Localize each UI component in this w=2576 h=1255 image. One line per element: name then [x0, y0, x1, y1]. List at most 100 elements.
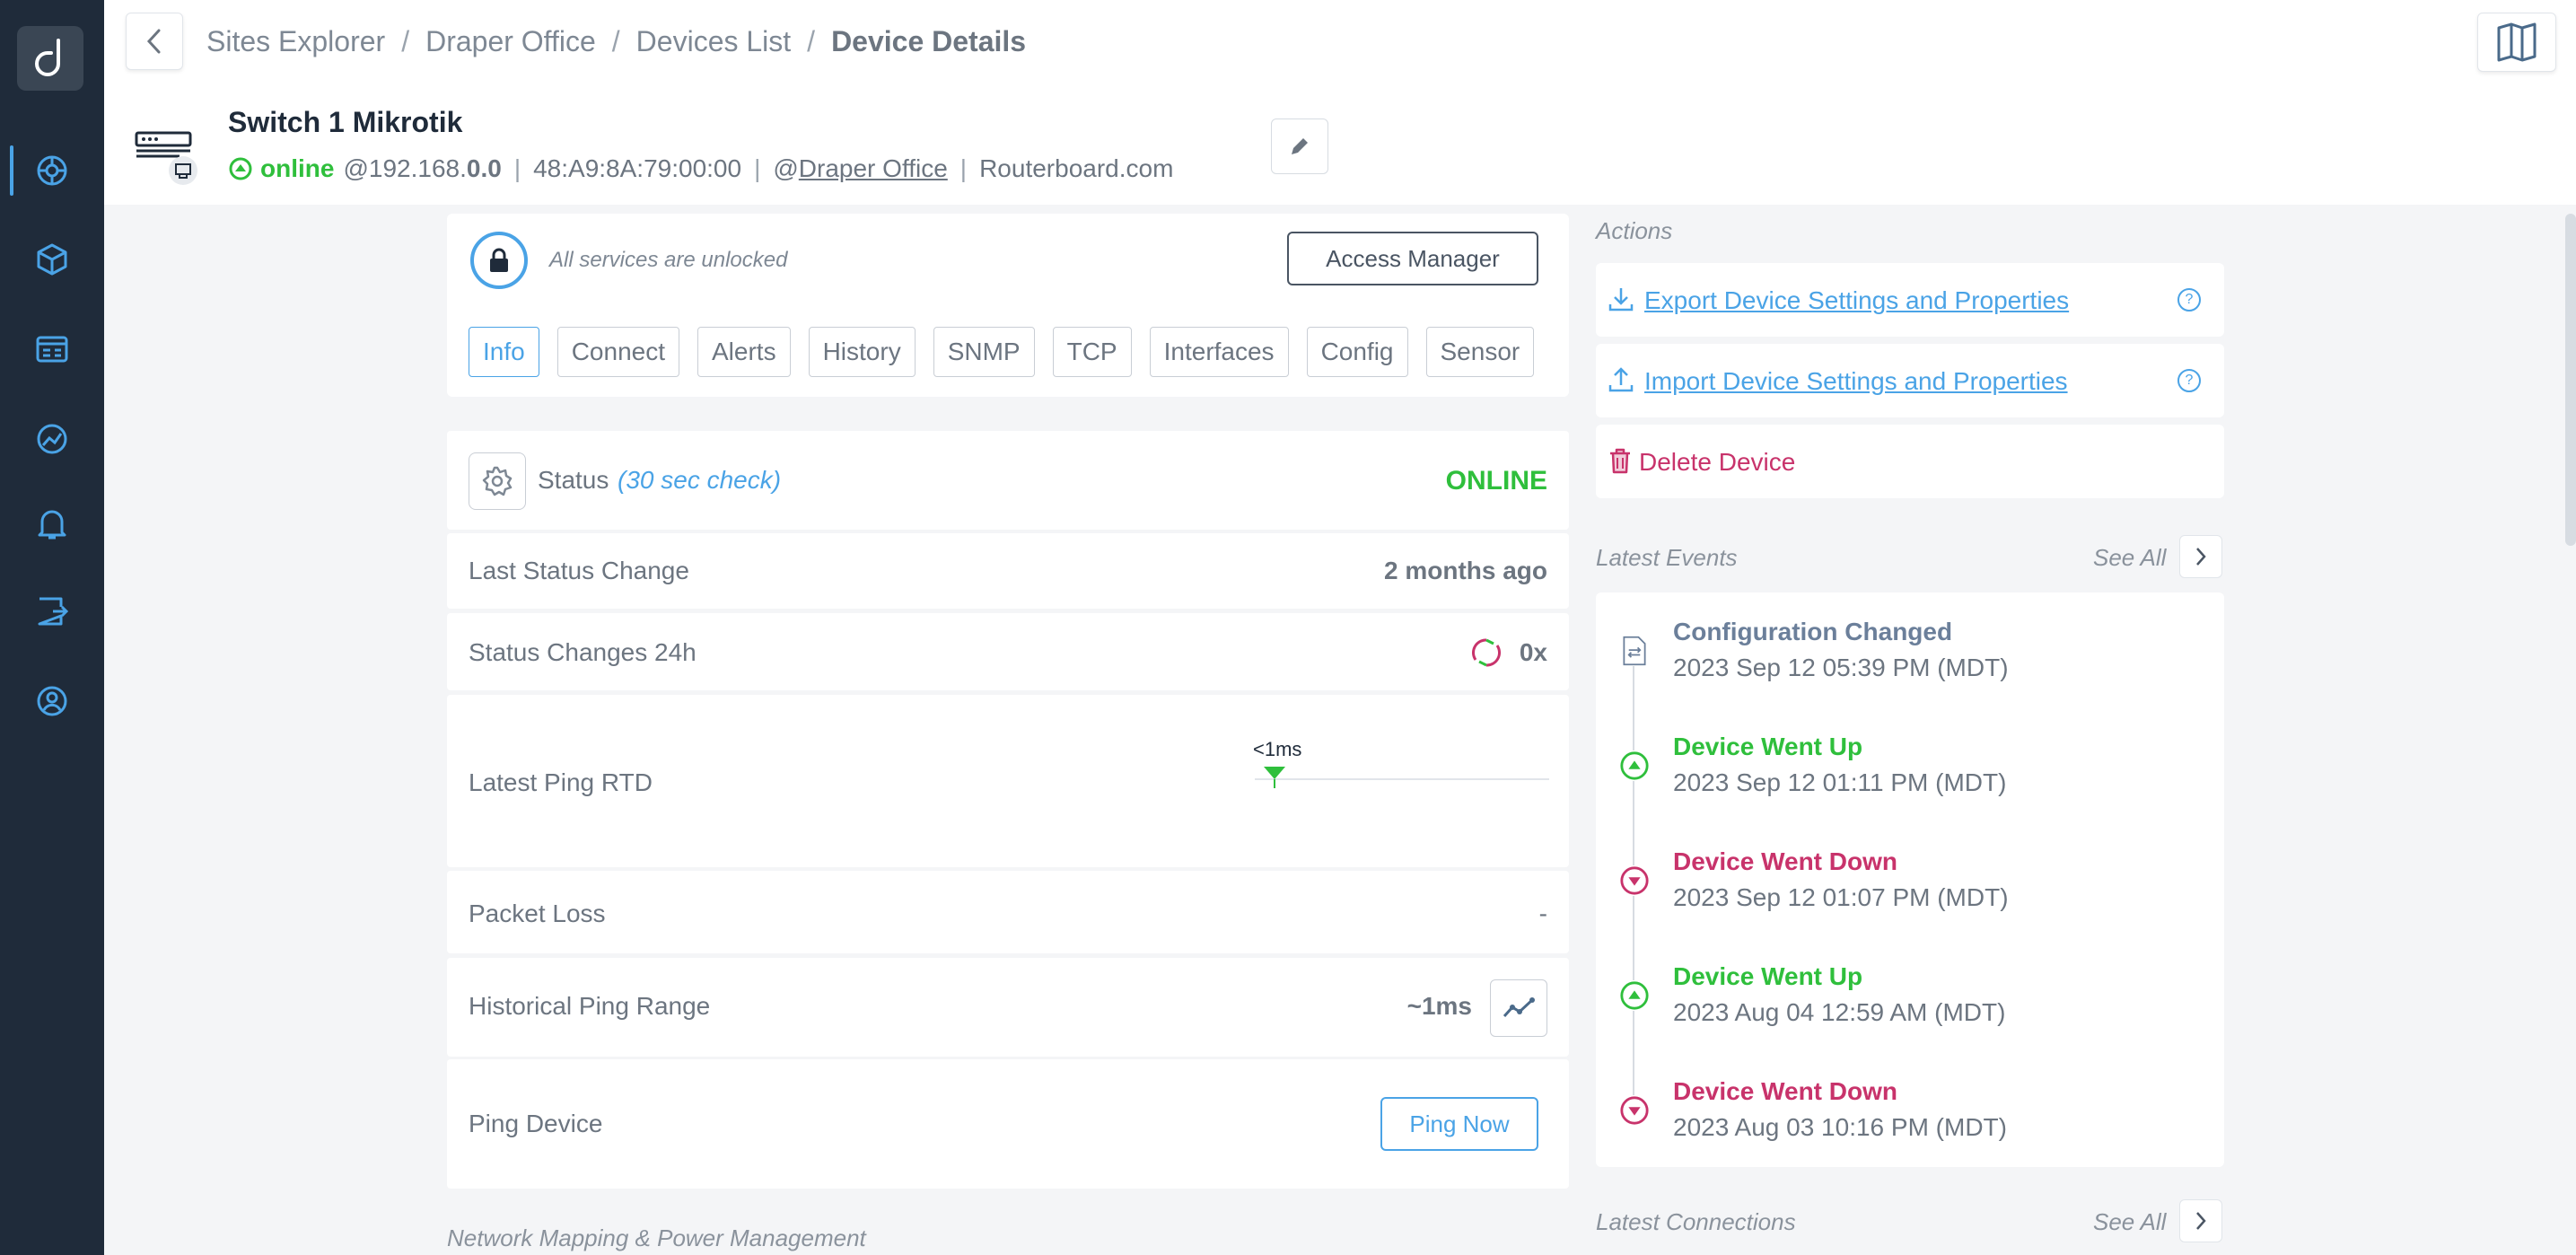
online-status-icon: [229, 157, 252, 180]
site-link[interactable]: Draper Office: [799, 154, 948, 183]
import-help-icon[interactable]: ?: [2177, 369, 2201, 392]
breadcrumb: Sites Explorer / Draper Office / Devices…: [206, 25, 1026, 58]
access-manager-button[interactable]: Access Manager: [1287, 232, 1538, 285]
event-title: Device Went Down: [1673, 1077, 1897, 1105]
ping-now-button[interactable]: Ping Now: [1380, 1097, 1538, 1151]
export-help-icon[interactable]: ?: [2177, 288, 2201, 312]
status-changes-row: Status Changes 24h 0x: [447, 613, 1569, 690]
chevron-right-icon: [2196, 1212, 2206, 1230]
latest-events-label: Latest Events: [1596, 544, 1738, 571]
nav-integrations-icon[interactable]: [0, 575, 104, 647]
domotz-logo[interactable]: [17, 26, 83, 91]
status-row: Status (30 sec check) ONLINE: [447, 431, 1569, 530]
ping-device-label: Ping Device: [469, 1110, 603, 1137]
import-action: Import Device Settings and Properties ?: [1596, 344, 2224, 417]
ip-suffix: 0.0: [466, 154, 502, 182]
latest-connections-label: Latest Connections: [1596, 1208, 1796, 1235]
chevron-left-icon: [146, 29, 161, 54]
trash-icon: [1610, 448, 1630, 474]
ping-marker-label: <1ms: [1253, 738, 1302, 760]
tab-info[interactable]: Info: [469, 327, 539, 377]
device-down-icon: [1619, 865, 1650, 896]
import-settings-link[interactable]: Import Device Settings and Properties: [1644, 367, 2068, 396]
historical-ping-row: Historical Ping Range ~1ms: [447, 958, 1569, 1057]
event-item[interactable]: Device Went Up 2023 Aug 04 12:59 AM (MDT…: [1596, 962, 2224, 1052]
nav-sites-icon[interactable]: [0, 135, 104, 206]
breadcrumb-draper-office[interactable]: Draper Office: [425, 25, 596, 58]
event-item[interactable]: Device Went Up 2023 Sep 12 01:11 PM (MDT…: [1596, 733, 2224, 822]
tab-tcp[interactable]: TCP: [1052, 327, 1132, 377]
upload-icon: [1608, 367, 1634, 392]
device-up-icon: [1619, 980, 1650, 1011]
tab-config[interactable]: Config: [1306, 327, 1408, 377]
event-item[interactable]: Device Went Down 2023 Sep 12 01:07 PM (M…: [1596, 847, 2224, 937]
tab-alerts[interactable]: Alerts: [697, 327, 791, 377]
meta-divider: |: [513, 154, 521, 182]
services-card: All services are unlocked Access Manager…: [447, 214, 1569, 397]
event-item[interactable]: Configuration Changed 2023 Sep 12 05:39 …: [1596, 618, 2224, 707]
site-prefix: @: [773, 154, 799, 182]
events-see-all-button[interactable]: [2179, 535, 2222, 578]
event-title: Device Went Up: [1673, 733, 1863, 760]
lock-icon[interactable]: [470, 232, 528, 289]
device-name: Switch 1 Mikrotik: [228, 106, 463, 138]
historical-ping-label: Historical Ping Range: [469, 992, 711, 1020]
tab-connect[interactable]: Connect: [556, 327, 679, 377]
breadcrumb-sites-explorer[interactable]: Sites Explorer: [206, 25, 385, 58]
device-tabs: Info Connect Alerts History SNMP TCP Int…: [469, 327, 1535, 377]
tab-sensor[interactable]: Sensor: [1425, 327, 1535, 377]
tab-snmp[interactable]: SNMP: [933, 327, 1035, 377]
ping-chart-button[interactable]: [1490, 979, 1547, 1037]
delete-device-link[interactable]: Delete Device: [1639, 448, 1795, 477]
device-down-icon: [1619, 1095, 1650, 1126]
packet-loss-row: Packet Loss -: [447, 871, 1569, 953]
nav-network-icon[interactable]: [0, 403, 104, 475]
latest-ping-row: Latest Ping RTD <1ms: [447, 695, 1569, 867]
status-text: online: [260, 154, 335, 182]
breadcrumb-devices-list[interactable]: Devices List: [636, 25, 792, 58]
event-item[interactable]: Device Went Down 2023 Aug 03 10:16 PM (M…: [1596, 1077, 2224, 1167]
breadcrumb-current: Device Details: [831, 25, 1027, 57]
breadcrumb-separator: /: [401, 25, 410, 57]
event-date: 2023 Sep 12 05:39 PM (MDT): [1673, 654, 2009, 681]
nav-devices-icon[interactable]: [0, 224, 104, 295]
last-status-change-row: Last Status Change 2 months ago: [447, 533, 1569, 609]
export-action: Export Device Settings and Properties ?: [1596, 263, 2224, 337]
book-icon: [2497, 22, 2537, 62]
services-status-text: All services are unlocked: [549, 248, 788, 272]
nav-account-icon[interactable]: [0, 665, 104, 737]
latest-events-card: Configuration Changed 2023 Sep 12 05:39 …: [1596, 592, 2224, 1167]
edit-device-button[interactable]: [1271, 118, 1328, 174]
vendor: Routerboard.com: [979, 154, 1174, 182]
status-changes-icon: [1472, 638, 1501, 667]
back-button[interactable]: [126, 13, 183, 70]
packet-loss-label: Packet Loss: [469, 900, 606, 927]
tab-interfaces[interactable]: Interfaces: [1149, 327, 1289, 377]
status-value: ONLINE: [1445, 466, 1547, 496]
status-changes-value: 0x: [1519, 638, 1547, 666]
mac-address: 48:A9:8A:79:00:00: [533, 154, 742, 182]
ping-scale: [1255, 767, 1549, 788]
actions-label: Actions: [1596, 217, 1673, 244]
event-date: 2023 Aug 04 12:59 AM (MDT): [1673, 998, 2006, 1026]
page-scrollbar[interactable]: [2565, 214, 2576, 546]
pencil-icon: [1292, 138, 1308, 154]
device-meta: online @192.168. 0.0 | 48:A9:8A:79:00:00 …: [228, 154, 1173, 183]
status-check-interval[interactable]: (30 sec check): [618, 466, 781, 495]
event-date: 2023 Sep 12 01:11 PM (MDT): [1673, 768, 2007, 796]
documentation-button[interactable]: [2477, 13, 2556, 72]
connections-see-all-label[interactable]: See All: [2093, 1208, 2166, 1236]
status-changes-label: Status Changes 24h: [469, 638, 697, 666]
events-see-all-label[interactable]: See All: [2093, 544, 2166, 572]
event-title: Device Went Down: [1673, 847, 1897, 875]
device-up-icon: [1619, 750, 1650, 781]
switch-device-icon: [135, 124, 197, 187]
last-status-change-value: 2 months ago: [1383, 557, 1547, 584]
tab-history[interactable]: History: [808, 327, 916, 377]
export-settings-link[interactable]: Export Device Settings and Properties: [1644, 286, 2069, 315]
page-header: Sites Explorer / Draper Office / Devices…: [104, 0, 2576, 205]
connections-see-all-button[interactable]: [2179, 1199, 2222, 1242]
status-settings-button[interactable]: [469, 452, 526, 510]
nav-alerts-icon[interactable]: [0, 487, 104, 559]
nav-dashboard-icon[interactable]: [0, 313, 104, 385]
